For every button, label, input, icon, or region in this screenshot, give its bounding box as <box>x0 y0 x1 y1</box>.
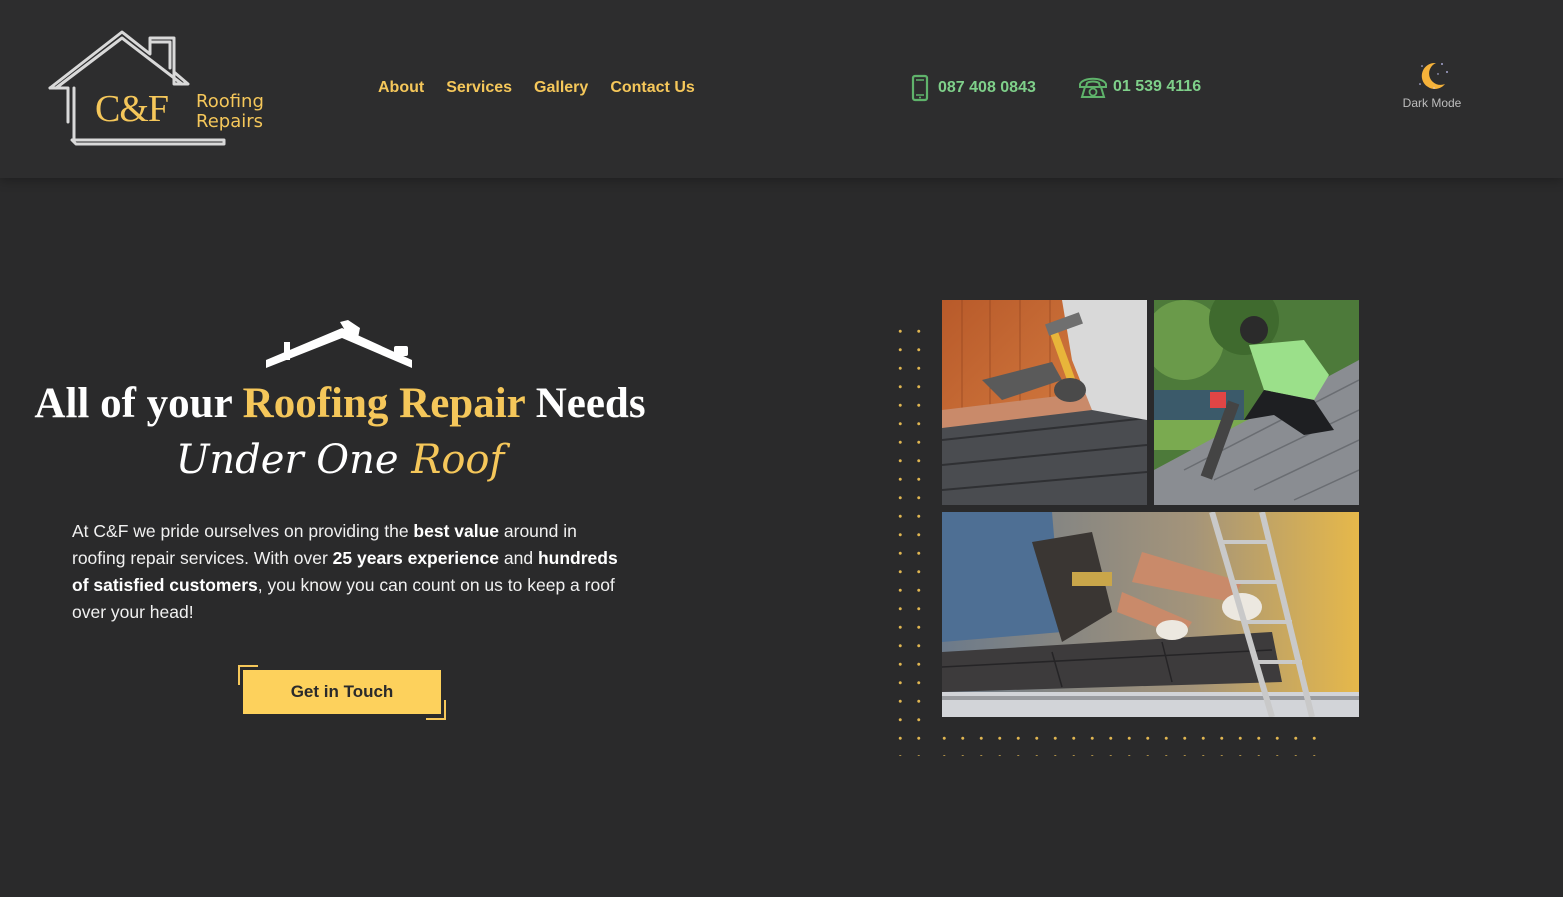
get-in-touch-button[interactable]: Get in Touch <box>243 670 441 714</box>
site-header: C&F Roofing Repairs About Services Galle… <box>0 0 1563 178</box>
nav-services[interactable]: Services <box>446 78 512 98</box>
dark-mode-toggle[interactable]: Dark Mode <box>1398 58 1466 110</box>
dark-mode-label: Dark Mode <box>1402 96 1462 110</box>
gallery-photo-nailgun <box>942 512 1359 717</box>
crescent-moon-icon <box>1419 62 1448 89</box>
mobile-phone-number: 087 408 0843 <box>938 79 1036 96</box>
mobile-phone-icon <box>911 74 929 102</box>
main-nav: About Services Gallery Contact Us <box>378 78 695 98</box>
intro-text-1: At C&F we pride ourselves on providing t… <box>72 521 414 541</box>
nav-about[interactable]: About <box>378 78 424 98</box>
dot-pattern-vertical <box>891 322 935 756</box>
telephone-icon <box>1079 77 1107 98</box>
headline-highlight: Roofing Repair <box>242 380 525 427</box>
hero-tagline: Under One Roof <box>30 432 650 488</box>
intro-bold-2: 25 years experience <box>332 548 500 568</box>
cta-frame: Get in Touch <box>238 665 446 720</box>
dot-pattern-horizontal <box>935 729 1330 756</box>
tagline-highlight: Roof <box>411 437 505 483</box>
roof-icon <box>266 320 412 368</box>
intro-text-3: and <box>499 548 538 568</box>
hero-headline: All of your Roofing Repair Needs <box>30 380 650 428</box>
nav-contact-us[interactable]: Contact Us <box>610 78 694 98</box>
headline-part-2: Needs <box>524 380 646 427</box>
tagline-part-1: Under One <box>175 437 412 483</box>
mobile-phone-link[interactable]: 087 408 0843 <box>910 74 1036 102</box>
gallery-photo-roofer <box>1154 300 1359 505</box>
landline-phone-number: 01 539 4116 <box>1113 78 1202 95</box>
hero-intro: At C&F we pride ourselves on providing t… <box>72 518 632 626</box>
logo-line-1: Roofing <box>196 91 264 112</box>
logo[interactable]: C&F Roofing Repairs <box>0 0 290 170</box>
gallery-photo-hammer <box>942 300 1147 505</box>
headline-part-1: All of your <box>34 380 243 427</box>
logo-line-2: Repairs <box>196 111 264 132</box>
logo-initials: C&F <box>95 88 169 130</box>
intro-bold-1: best value <box>413 521 500 541</box>
landline-phone-link[interactable]: 01 539 4116 <box>1077 74 1201 100</box>
nav-gallery[interactable]: Gallery <box>534 78 588 98</box>
